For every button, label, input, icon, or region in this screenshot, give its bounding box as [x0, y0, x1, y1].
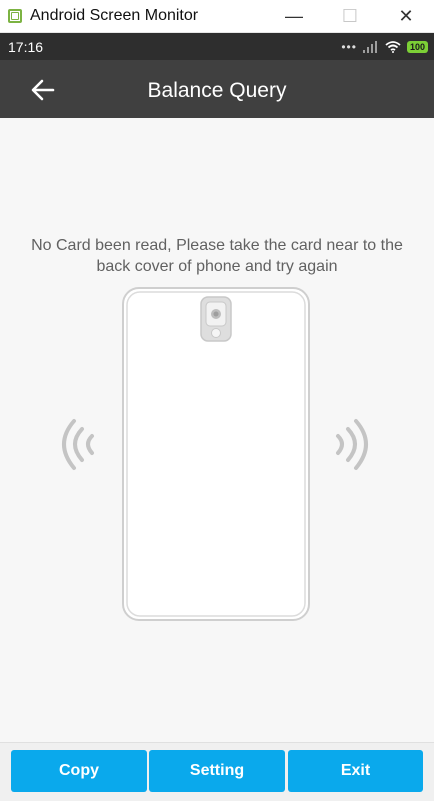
app-bar: Balance Query [0, 60, 434, 118]
nfc-waves-left-icon [62, 419, 94, 470]
battery-icon: 100 [406, 40, 428, 53]
copy-button[interactable]: Copy [11, 750, 147, 792]
window-title-bar: Android Screen Monitor — ☐ ✕ [0, 0, 434, 33]
signal-icon [362, 40, 377, 53]
window-title: Android Screen Monitor [30, 7, 199, 24]
status-bar: 17:16 ••• 100 [0, 33, 434, 60]
content-area: No Card been read, Please take the card … [0, 118, 434, 742]
camera-icon [200, 296, 232, 342]
nfc-illustration [62, 287, 368, 621]
nfc-waves-right-icon [336, 419, 368, 470]
status-message: No Card been read, Please take the card … [31, 237, 403, 275]
app-icon [8, 9, 22, 23]
setting-button[interactable]: Setting [149, 750, 285, 792]
close-button[interactable]: ✕ [378, 0, 434, 32]
wifi-icon [385, 40, 401, 53]
minimize-button[interactable]: — [266, 0, 322, 32]
overflow-dots: ••• [341, 39, 357, 54]
bottom-action-bar: Copy Setting Exit [0, 742, 434, 801]
status-time: 17:16 [8, 38, 44, 55]
maximize-button[interactable]: ☐ [322, 0, 378, 32]
exit-button[interactable]: Exit [288, 750, 423, 792]
page-title: Balance Query [147, 79, 287, 102]
